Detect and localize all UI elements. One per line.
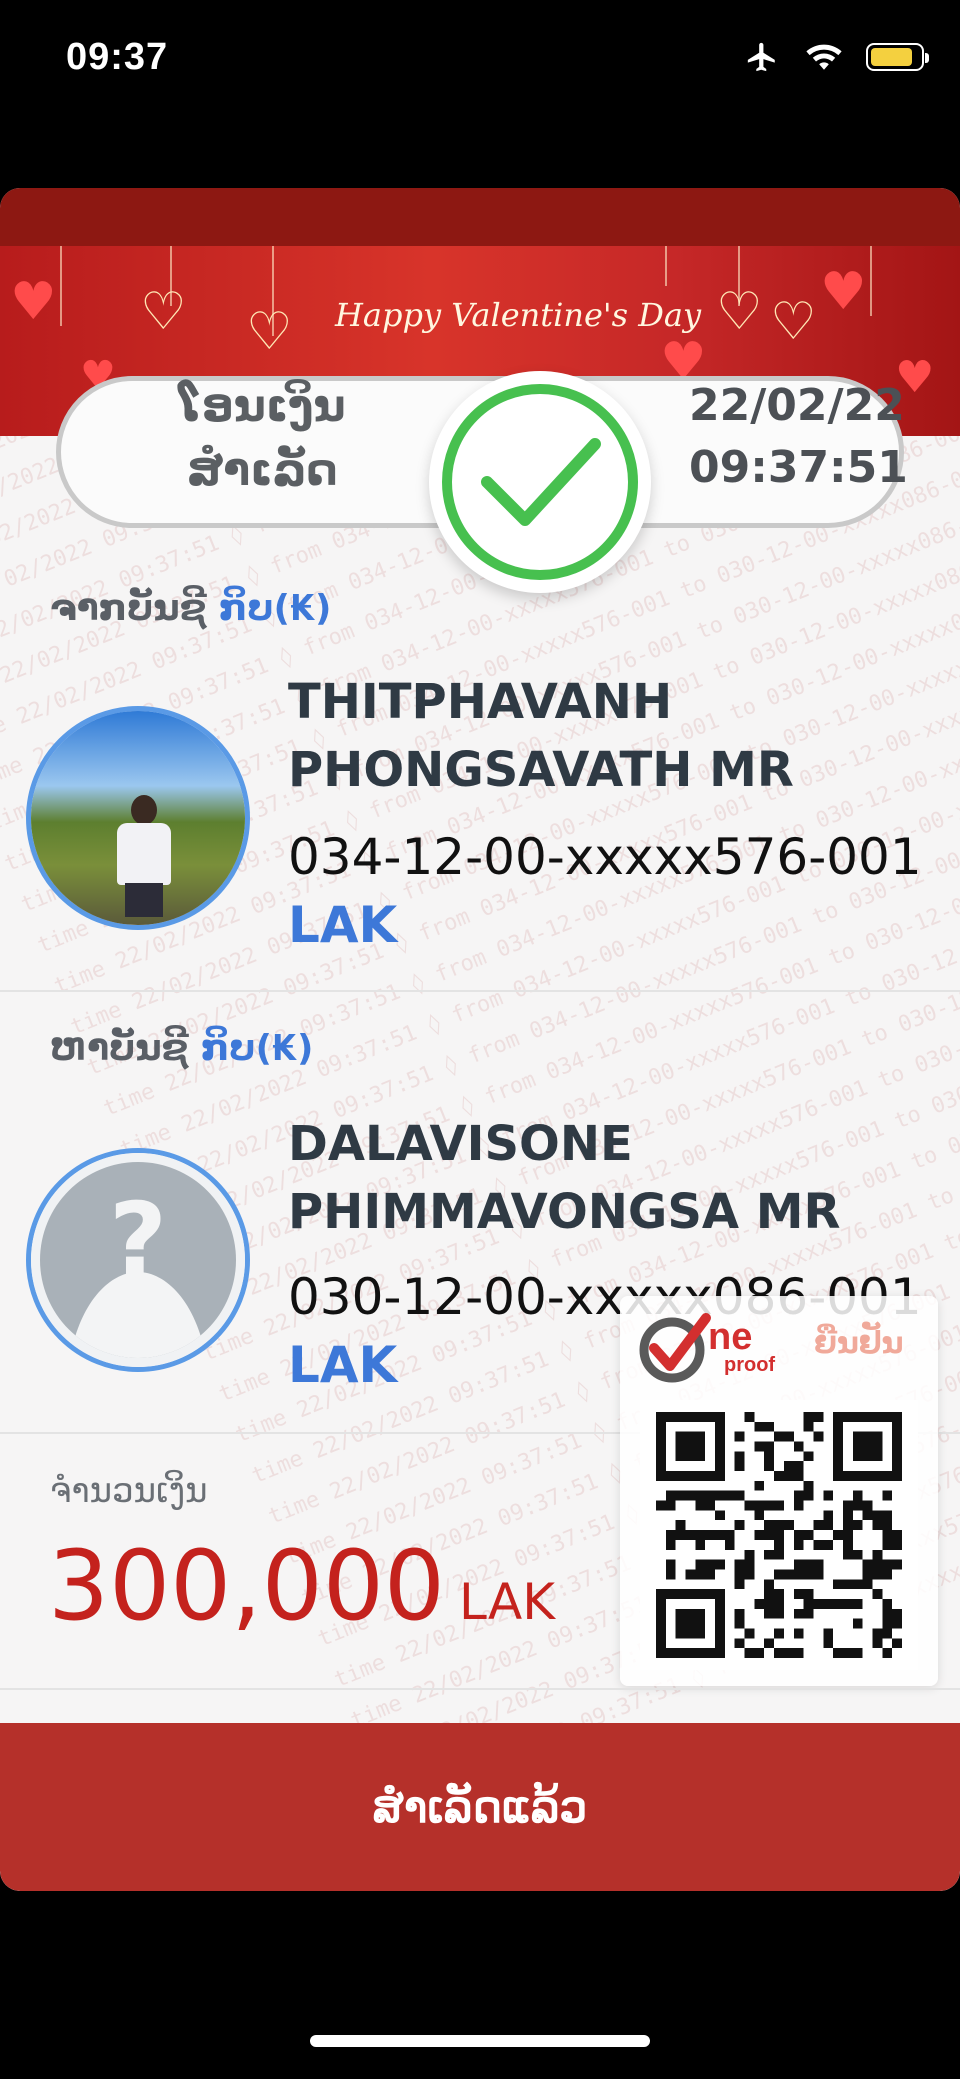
status-time: 09:37 [66, 36, 169, 78]
oneproof-verification-badge[interactable]: ne proof ຍືນຢັນ [620, 1296, 938, 1686]
sender-avatar [26, 706, 250, 930]
transfer-date: 22/02/22 [689, 380, 905, 431]
recipient-avatar: ? [26, 1148, 250, 1372]
amount-number: 300,000 [48, 1530, 445, 1642]
screen: 09:37 ♥ ♡ ♡ ♥ ♥ ♡ ♥ ♥ ♡ Happy Valentine'… [0, 0, 960, 2079]
recipient-currency: LAK [288, 1336, 398, 1394]
heart-icon: ♡ [716, 282, 763, 342]
transfer-datetime: 22/02/22 09:37:51 [689, 375, 908, 499]
status-icons [742, 40, 929, 74]
banner-greeting: Happy Valentine's Day [335, 296, 702, 334]
receipt-card: ♥ ♡ ♡ ♥ ♥ ♡ ♥ ♥ ♡ Happy Valentine's Day … [0, 188, 960, 1891]
battery-level [871, 48, 912, 66]
divider [0, 1688, 960, 1690]
card-header-strip [0, 188, 960, 248]
sender-name: THITPHAVANH PHONGSAVATH MR [288, 674, 794, 798]
success-check-icon [429, 371, 651, 593]
amount-currency: LAK [458, 1573, 555, 1631]
from-account-label: ຈາກບັນຊີ ກິບ(₭) [50, 588, 332, 629]
qr-code[interactable] [640, 1400, 918, 1670]
sender-account-number: 034-12-00-xxxxx576-001 [288, 828, 922, 886]
heart-icon: ♡ [246, 302, 293, 362]
wifi-icon [806, 44, 842, 70]
recipient-name: DALAVISONE PHIMMAVONGSA MR [288, 1116, 841, 1240]
transfer-time: 09:37:51 [689, 442, 908, 493]
transfer-status-text: ໂອນເງິນ ສຳເລັດ [179, 381, 346, 496]
heart-icon: ♥ [10, 272, 57, 332]
amount-label: ຈຳນວນເງິນ [50, 1471, 208, 1511]
airplane-icon [747, 42, 775, 72]
sender-currency: LAK [288, 896, 398, 954]
heart-icon: ♥ [820, 262, 867, 322]
oneproof-logo: ne proof [636, 1310, 796, 1384]
to-account-label: ຫາບັນຊີ ກິບ(₭) [50, 1028, 314, 1069]
heart-icon: ♡ [140, 282, 187, 342]
transfer-status-pill: ໂອນເງິນ ສຳເລັດ 22/02/22 09:37:51 [56, 371, 908, 593]
done-button[interactable]: ສຳເລັດແລ້ວ [0, 1723, 960, 1891]
heart-icon: ♡ [770, 292, 817, 352]
oneproof-confirm-label: ຍືນຢັນ [814, 1326, 904, 1361]
amount-value: 300,000 LAK [48, 1530, 555, 1642]
status-bar: 09:37 [0, 0, 960, 120]
home-indicator[interactable] [310, 2035, 650, 2047]
battery-icon [866, 43, 929, 71]
unknown-user-icon: ? [40, 1162, 236, 1358]
divider [0, 990, 960, 992]
svg-text:?: ? [109, 1181, 167, 1298]
